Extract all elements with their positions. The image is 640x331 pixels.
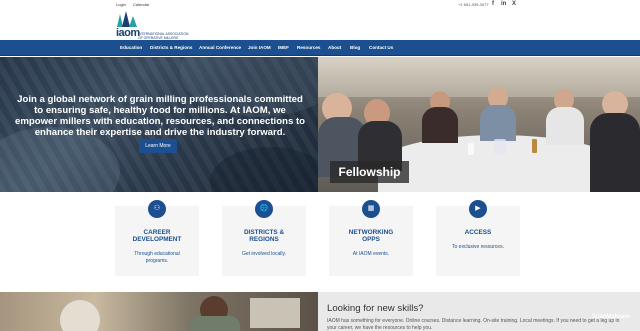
scanmalware-watermark: ScanMalware xyxy=(591,314,630,320)
training-photo xyxy=(0,292,318,331)
fellowship-photo: Fellowship xyxy=(318,57,640,192)
feature-cards: ⚇ CAREER DEVELOPMENT Through educational p… xyxy=(0,192,640,292)
video-icon: ▶ xyxy=(469,200,487,218)
linkedin-icon[interactable]: in xyxy=(501,1,506,8)
facebook-icon[interactable]: f xyxy=(492,1,494,8)
nav-item-contact-us[interactable]: Contact Us xyxy=(369,45,393,50)
skills-text: IAOM has something for everyone. Online … xyxy=(327,318,620,331)
logo-word: iaom xyxy=(116,27,140,39)
skills-heading: Looking for new skills? xyxy=(327,303,424,314)
hero-background-image: Join a global network of grain milling p… xyxy=(0,57,318,192)
card-title: NETWORKING OPPS xyxy=(348,229,394,243)
calendar-link[interactable]: Calendar xyxy=(133,2,149,7)
card-career-development[interactable]: ⚇ CAREER DEVELOPMENT Through educational p… xyxy=(115,200,199,276)
login-link[interactable]: Login xyxy=(116,2,126,7)
card-description: To exclusive resources. xyxy=(452,244,504,250)
nav-item-resources[interactable]: Resources xyxy=(297,45,321,50)
learn-more-button[interactable]: Learn More xyxy=(139,139,177,153)
people-icon: ⚇ xyxy=(148,200,166,218)
card-title: ACCESS xyxy=(464,229,492,236)
nav-item-annual-conference[interactable]: Annual Conference xyxy=(199,45,241,50)
calendar-icon: ▦ xyxy=(362,200,380,218)
card-title: DISTRICTS & REGIONS xyxy=(243,229,285,243)
nav-item-about[interactable]: About xyxy=(328,45,341,50)
main-nav: Education Districts & Regions Annual Con… xyxy=(0,40,640,56)
nav-item-join-iaom[interactable]: Join IAOM xyxy=(248,45,271,50)
phone-number[interactable]: +1 651-939-3077 xyxy=(458,2,489,7)
page: Login Calendar +1 651-939-3077 f in X ia… xyxy=(0,0,640,331)
card-description: Get involved locally. xyxy=(241,251,287,257)
nav-item-blog[interactable]: Blog xyxy=(350,45,360,50)
x-icon[interactable]: X xyxy=(512,1,516,8)
hero: Join a global network of grain milling p… xyxy=(0,57,640,192)
card-districts-regions[interactable]: 🌐 DISTRICTS & REGIONS Get involved locall… xyxy=(222,200,306,276)
skills-panel: Looking for new skills? IAOM has somethi… xyxy=(318,292,640,331)
utility-bar: Login Calendar +1 651-939-3077 f in X xyxy=(0,0,640,9)
nav-item-imef[interactable]: IMEF xyxy=(278,45,289,50)
globe-icon: 🌐 xyxy=(255,200,273,218)
header: iaom INTERNATIONAL ASSOCIATION OF OPERAT… xyxy=(0,9,640,40)
skills-section: Looking for new skills? IAOM has somethi… xyxy=(0,292,640,331)
card-description: Through educational programs. xyxy=(134,251,180,264)
iaom-logo[interactable]: iaom INTERNATIONAL ASSOCIATION OF OPERAT… xyxy=(116,11,196,40)
hero-headline: Join a global network of grain milling p… xyxy=(14,94,305,138)
nav-item-districts-regions[interactable]: Districts & Regions xyxy=(150,45,192,50)
card-title: CAREER DEVELOPMENT xyxy=(132,229,182,243)
card-access[interactable]: ▶ ACCESS To exclusive resources. xyxy=(436,200,520,276)
fellowship-caption: Fellowship xyxy=(330,161,409,183)
card-description: At IAOM events. xyxy=(352,251,390,257)
logo-mark-icon xyxy=(117,11,137,27)
card-networking-opps[interactable]: ▦ NETWORKING OPPS At IAOM events. xyxy=(329,200,413,276)
nav-item-education[interactable]: Education xyxy=(120,45,142,50)
